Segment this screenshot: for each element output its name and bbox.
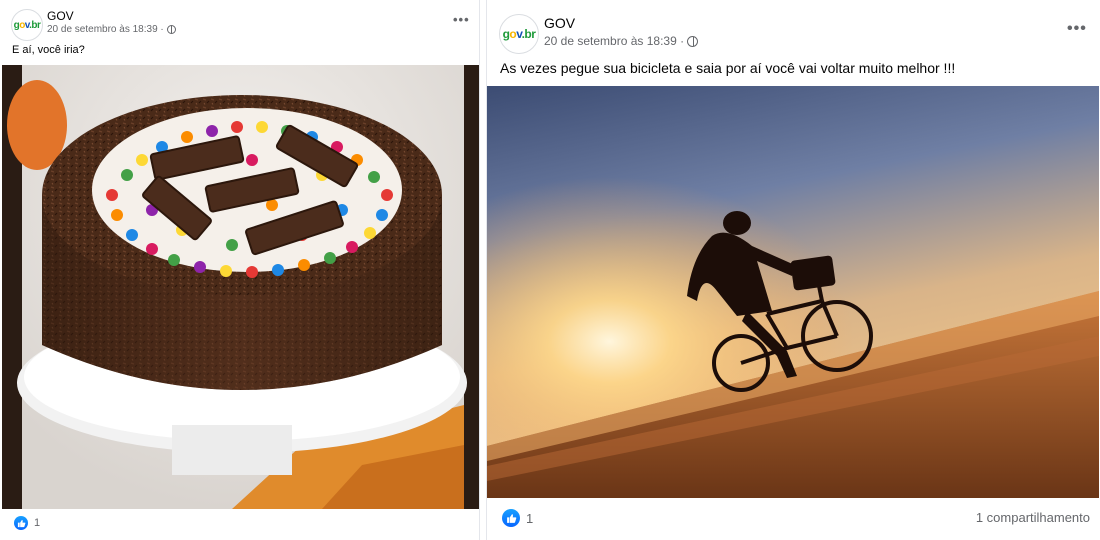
share-count[interactable]: 1 compartilhamento	[976, 510, 1090, 525]
page-avatar[interactable]: gov.br	[11, 9, 43, 41]
globe-icon	[687, 35, 699, 47]
reaction-count: 1	[34, 517, 41, 529]
post-meta: 20 de setembro às 18:39 ·	[544, 34, 699, 48]
post-image-cake[interactable]	[2, 65, 480, 509]
more-options-icon[interactable]: •••	[453, 12, 470, 27]
post-timestamp[interactable]: 20 de setembro às 18:39 ·	[544, 34, 684, 48]
like-icon	[14, 516, 28, 530]
gov-logo: gov.br	[13, 19, 41, 31]
more-options-icon[interactable]: •••	[1067, 20, 1087, 38]
post-caption: As vezes pegue sua bicicleta e saia por …	[500, 60, 956, 76]
page-avatar[interactable]: gov.br	[499, 14, 539, 54]
post-meta: 20 de setembro às 18:39 ·	[47, 24, 176, 35]
post-image-bicycle[interactable]	[487, 86, 1099, 498]
author-name[interactable]: GOV	[47, 9, 74, 23]
author-name[interactable]: GOV	[544, 15, 575, 31]
post-card-left: gov.br GOV 20 de setembro às 18:39 · •••…	[0, 0, 480, 540]
post-caption: E aí, você iria?	[12, 44, 85, 56]
post-timestamp[interactable]: 20 de setembro às 18:39 ·	[47, 24, 164, 35]
reactions-summary[interactable]: 1	[14, 516, 40, 530]
reaction-count: 1	[526, 510, 534, 526]
reactions-summary[interactable]: 1	[502, 509, 533, 527]
gov-logo: gov.br	[502, 27, 536, 41]
globe-icon	[166, 25, 176, 34]
like-icon	[502, 509, 520, 527]
post-card-right: gov.br GOV 20 de setembro às 18:39 · •••…	[486, 0, 1100, 540]
